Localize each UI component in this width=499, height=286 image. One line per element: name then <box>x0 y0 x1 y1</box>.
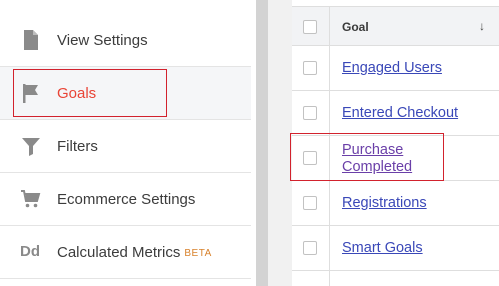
table-row: Smart Goals <box>292 226 499 271</box>
flag-icon <box>23 84 38 103</box>
row-check-cell <box>292 271 330 286</box>
panel-gap <box>268 0 292 286</box>
goal-link-registrations[interactable]: Registrations <box>342 195 427 212</box>
sort-arrow-icon[interactable]: ↓ <box>479 19 485 33</box>
goal-link-smart-goals[interactable]: Smart Goals <box>342 240 423 257</box>
table-row: Purchase Completed <box>292 136 499 181</box>
menu-item-view-settings[interactable]: View Settings <box>0 14 251 67</box>
document-icon <box>24 30 38 50</box>
row-checkbox[interactable] <box>303 151 317 165</box>
row-check-cell <box>292 136 330 180</box>
menu-item-label: Ecommerce Settings <box>57 190 196 208</box>
goal-column-header[interactable]: Goal <box>342 20 369 34</box>
settings-menu: View Settings Goals Filters Ecommerce Se… <box>0 0 251 286</box>
menu-item-calculated-metrics[interactable]: Dd Calculated Metrics BETA <box>0 226 251 279</box>
beta-badge: BETA <box>184 247 212 259</box>
menu-item-label: Goals <box>57 84 97 102</box>
goal-link-engaged-users[interactable]: Engaged Users <box>342 60 442 77</box>
row-checkbox[interactable] <box>303 61 317 75</box>
table-row <box>292 271 499 286</box>
calculated-metrics-text: Calculated Metrics <box>57 243 181 261</box>
table-header-row: Goal ↓ <box>292 6 499 46</box>
table-row: Registrations <box>292 181 499 226</box>
menu-item-label: Calculated Metrics BETA <box>57 244 212 261</box>
row-check-cell <box>292 91 330 135</box>
dd-icon: Dd <box>20 243 40 260</box>
menu-item-ecommerce-settings[interactable]: Ecommerce Settings <box>0 173 251 226</box>
goal-link-purchase-completed[interactable]: Purchase Completed <box>342 142 452 176</box>
menu-item-filters[interactable]: Filters <box>0 120 251 173</box>
row-checkbox[interactable] <box>303 196 317 210</box>
table-row: Entered Checkout <box>292 91 499 136</box>
goal-link-entered-checkout[interactable]: Entered Checkout <box>342 105 458 122</box>
menu-item-goals[interactable]: Goals <box>0 67 251 120</box>
select-all-cell <box>292 7 330 45</box>
goals-table: Goal ↓ Engaged Users Entered Checkout Pu… <box>292 0 499 286</box>
menu-item-label: View Settings <box>57 31 148 49</box>
row-check-cell <box>292 226 330 270</box>
menu-item-label: Filters <box>57 137 98 155</box>
row-check-cell <box>292 181 330 225</box>
row-checkbox[interactable] <box>303 241 317 255</box>
select-all-checkbox[interactable] <box>303 20 317 34</box>
row-checkbox[interactable] <box>303 106 317 120</box>
table-row: Engaged Users <box>292 46 499 91</box>
row-check-cell <box>292 46 330 90</box>
filter-icon <box>22 138 40 156</box>
panel-scrollbar[interactable] <box>256 0 268 286</box>
cart-icon <box>21 190 41 208</box>
